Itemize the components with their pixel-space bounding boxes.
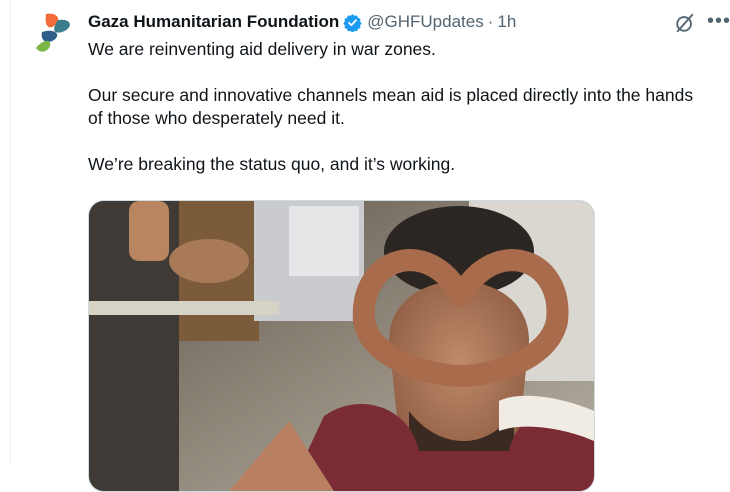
- verified-badge-icon[interactable]: [343, 13, 362, 32]
- tweet-paragraph: We are reinventing aid delivery in war z…: [88, 39, 436, 59]
- timeline-left-border: [10, 0, 11, 466]
- timestamp[interactable]: 1h: [497, 12, 516, 32]
- separator-dot: ·: [487, 12, 494, 31]
- tweet-photo[interactable]: [88, 200, 595, 492]
- tweet-text: We are reinventing aid delivery in war z…: [88, 38, 708, 176]
- photo-illustration: [89, 201, 594, 491]
- ghf-logo-icon[interactable]: [32, 10, 76, 54]
- tweet-header: Gaza Humanitarian Foundation @GHFUpdates…: [88, 11, 516, 33]
- tweet-paragraph: We’re breaking the status quo, and it’s …: [88, 154, 456, 174]
- tweet-paragraph: Our secure and innovative channels mean …: [88, 85, 694, 128]
- handle[interactable]: @GHFUpdates: [367, 12, 483, 32]
- display-name[interactable]: Gaza Humanitarian Foundation: [88, 12, 339, 32]
- more-icon[interactable]: •••: [707, 10, 730, 33]
- grok-icon[interactable]: [674, 12, 696, 34]
